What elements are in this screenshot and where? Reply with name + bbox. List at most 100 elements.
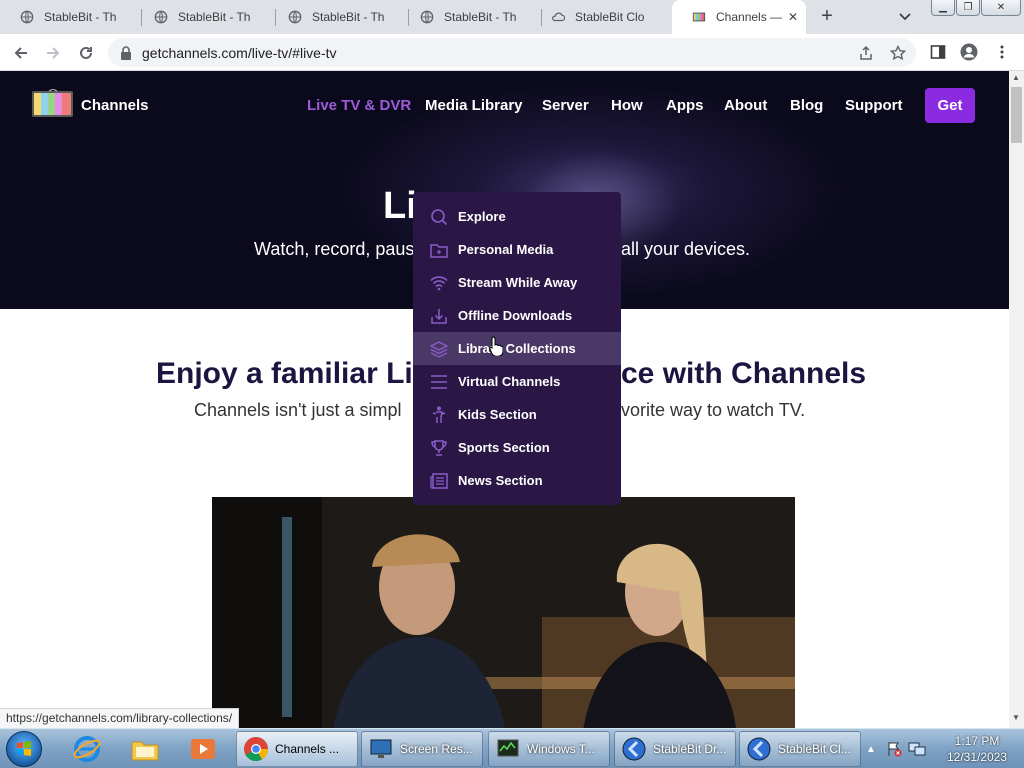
network-icon[interactable] [908,741,926,757]
forward-icon[interactable] [42,42,64,64]
download-icon [431,309,447,324]
lock-icon [121,45,131,60]
back-icon[interactable] [10,42,32,64]
trophy-icon [431,440,447,456]
taskbar-button-stablebit-drivepool[interactable]: StableBit Dr... [614,731,736,767]
browser-tab[interactable]: StableBit - Th [268,0,408,34]
restore-icon[interactable]: ❐ [956,0,980,16]
reload-icon[interactable] [75,42,97,64]
get-button[interactable]: Get [925,88,975,123]
search-icon [431,209,448,226]
close-tab-icon[interactable]: ✕ [788,10,798,24]
section-paragraph: Channels isn't just a simpl [194,400,402,420]
tab-title: StableBit - Th [444,10,517,24]
monitor-icon [370,739,392,758]
browser-tab-active[interactable]: Channels — ✕ [672,0,806,34]
nav-media-library[interactable]: Media Library [425,97,523,114]
folder-icon [430,244,448,258]
star-icon[interactable] [890,45,906,61]
webpage: Channels Live TV & DVR Media Library Ser… [0,71,1009,728]
page-scrollbar[interactable]: ▲ ▼ [1009,71,1024,728]
dropdown-item-virtual-channels[interactable]: Virtual Channels [413,365,621,398]
dropdown-item-offline-downloads[interactable]: Offline Downloads [413,299,621,332]
chevron-down-icon[interactable] [897,8,913,24]
address-bar[interactable]: getchannels.com/live-tv/#live-tv [108,38,916,67]
file-explorer-icon[interactable] [130,734,160,764]
hero-title: Li [383,185,417,227]
sidebar-icon[interactable] [930,44,946,60]
taskbar-button-chrome[interactable]: Channels ... [236,731,358,767]
nav-blog[interactable]: Blog [790,97,823,114]
close-window-icon[interactable]: ✕ [981,0,1021,16]
taskbar-button-screen-resolution[interactable]: Screen Res... [361,731,483,767]
section-heading: Enjoy a familiar Liv [156,357,430,390]
browser-tab[interactable]: StableBit - Th [134,0,274,34]
nav-support[interactable]: Support [845,97,903,114]
dropdown-item-explore[interactable]: Explore [413,200,621,233]
mouse-cursor-icon [489,336,503,356]
scroll-down-icon[interactable]: ▼ [1012,713,1020,722]
url-text: getchannels.com/live-tv/#live-tv [142,44,337,61]
newspaper-icon [430,473,448,489]
globe-icon [154,10,168,24]
action-center-flag-icon[interactable] [886,741,902,757]
browser-tab-strip: StableBit - Th StableBit - Th StableBit … [0,0,1024,34]
dropdown-item-kids-section[interactable]: Kids Section [413,398,621,431]
browser-toolbar: getchannels.com/live-tv/#live-tv [0,34,1024,71]
section-paragraph-tail: vorite way to watch TV. [621,400,806,420]
browser-tab[interactable]: StableBit Clo [531,0,673,34]
nav-about[interactable]: About [724,97,767,114]
nav-apps[interactable]: Apps [666,97,704,114]
dropdown-item-sports-section[interactable]: Sports Section [413,431,621,464]
dropdown-item-personal-media[interactable]: Personal Media [413,233,621,266]
channels-logo[interactable] [32,89,73,117]
globe-icon [288,10,302,24]
cloud-icon [552,12,565,22]
show-hidden-icons-icon[interactable]: ▲ [866,744,876,755]
clock-date: 12/31/2023 [946,750,1008,764]
windows-taskbar: Channels ... Screen Res... Windows T... … [0,728,1024,768]
dropdown-item-library-collections[interactable]: Library Collections [413,332,621,365]
taskbar-button-task-manager[interactable]: Windows T... [488,731,610,767]
brand-name[interactable]: Channels [81,97,149,114]
window-controls: ▁ ❐ ✕ [931,0,1021,16]
profile-avatar-icon[interactable] [960,43,978,61]
stablebit-icon [622,737,646,761]
dropdown-item-news-section[interactable]: News Section [413,464,621,497]
section-heading-tail: ce with Channels [621,357,867,390]
task-manager-icon [497,739,519,757]
nav-how[interactable]: How [611,97,643,114]
child-icon [432,406,446,423]
minimize-icon[interactable]: ▁ [931,0,955,16]
media-player-icon[interactable] [188,734,218,764]
clock-time: 1:17 PM [954,734,1000,748]
wifi-icon [430,276,448,291]
internet-explorer-icon[interactable] [72,734,102,764]
channels-logo-icon [692,12,706,22]
dropdown-item-stream-while-away[interactable]: Stream While Away [413,266,621,299]
nav-server[interactable]: Server [542,97,589,114]
tab-title: StableBit - Th [178,10,251,24]
globe-icon [20,10,34,24]
scrollbar-thumb[interactable] [1011,87,1022,143]
chrome-icon [244,737,268,762]
taskbar-button-stablebit-cloud[interactable]: StableBit Cl... [739,731,861,767]
nav-live-tv[interactable]: Live TV & DVR [307,97,411,114]
scroll-up-icon[interactable]: ▲ [1012,73,1020,82]
layers-icon [430,341,448,358]
list-icon [431,375,447,389]
tab-title: Channels — [716,10,783,24]
system-tray: ▲ [866,729,930,768]
taskbar-clock[interactable]: 1:17 PM 12/31/2023 [942,733,1012,765]
stablebit-icon [747,737,771,761]
browser-tab[interactable]: StableBit - Th [0,0,140,34]
start-button[interactable] [6,731,42,767]
media-library-dropdown: Explore Personal Media Stream While Away… [413,192,621,505]
tab-title: StableBit - Th [44,10,117,24]
new-tab-icon[interactable]: + [817,6,837,26]
share-icon[interactable] [858,45,874,61]
more-menu-icon[interactable] [996,44,1008,60]
tab-title: StableBit - Th [312,10,385,24]
browser-tab[interactable]: StableBit - Th [400,0,540,34]
globe-icon [420,10,434,24]
